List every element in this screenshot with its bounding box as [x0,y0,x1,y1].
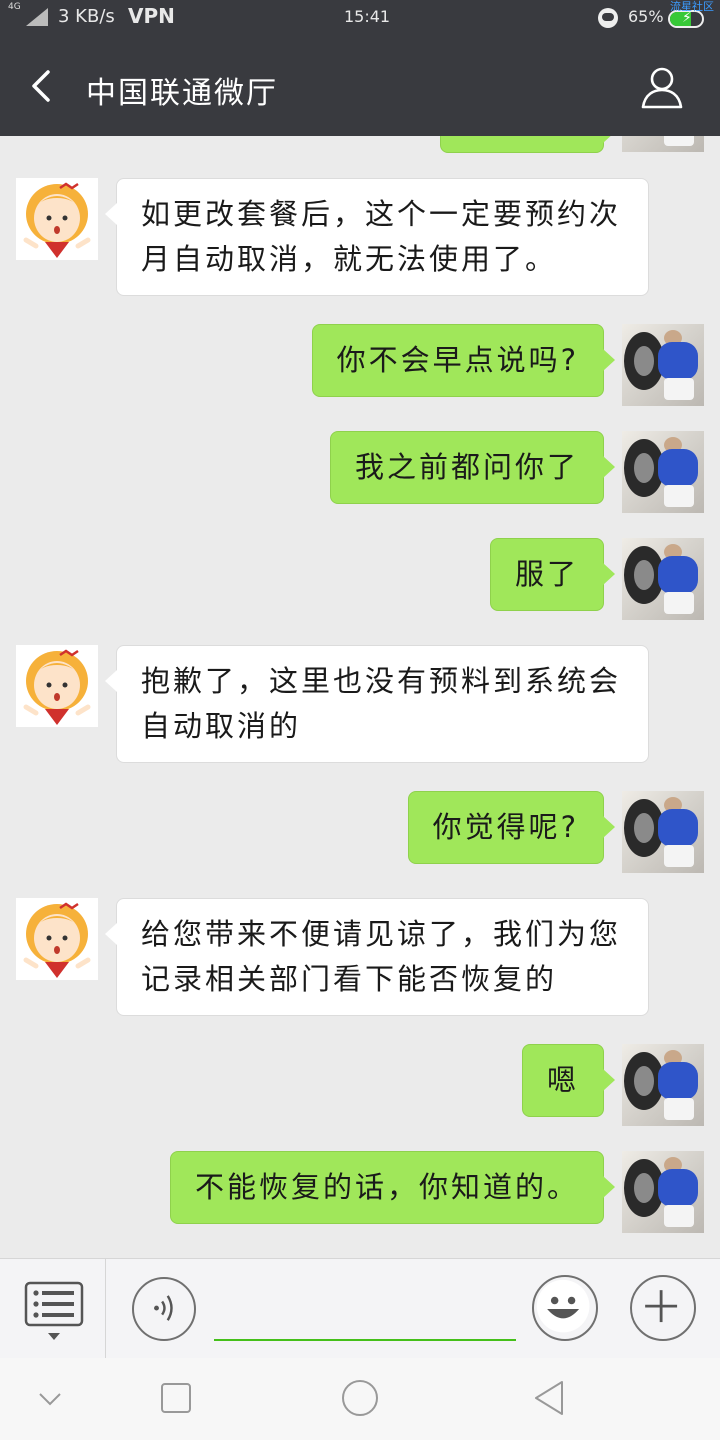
voice-button[interactable] [132,1277,196,1341]
menu-icon [24,1281,84,1340]
user-avatar [622,1151,704,1233]
navigation-bar [0,1358,720,1440]
user-icon [641,67,683,109]
agent-avatar [16,645,98,727]
plus-icon [645,1290,678,1323]
agent-avatar [16,178,98,260]
input-bar [0,1258,720,1359]
message-bubble[interactable]: 不能恢复的话，你知道的。 [169,1151,616,1224]
user-avatar [622,136,704,152]
message-bubble[interactable]: 给您带来不便请见谅了，我们为您记录相关部门看下能否恢复的 [105,898,649,1016]
back-triangle-icon [535,1381,563,1415]
user-avatar [622,538,704,620]
signal-type: 4G [8,2,21,12]
emoji-button[interactable] [532,1275,598,1341]
chevron-down-icon [39,1393,61,1406]
nav-back-button[interactable] [530,1378,570,1418]
watermark: 流星社区 [670,0,714,13]
home-button[interactable] [340,1378,380,1418]
chat-area[interactable]: 如更改套餐后，这个一定要预约次月自动取消，就无法使用了。 你不会早点说吗? 我之… [0,136,720,1258]
cartoon-girl-icon [23,649,91,725]
cartoon-girl-icon [23,182,91,258]
collapse-button[interactable] [30,1378,70,1418]
page-title: 中国联通微厅 [86,76,278,111]
vpn-indicator: VPN [128,4,175,28]
message-bubble[interactable]: 你觉得呢? [407,791,616,864]
chat-header: 中国联通微厅 [0,36,720,136]
emoji-icon [536,1279,590,1333]
message-bubble-partial [440,136,615,153]
power-saver-icon [598,8,618,28]
network-speed: 3 KB/s [58,6,115,27]
user-avatar [622,431,704,513]
cartoon-girl-icon [23,902,91,978]
user-avatar [622,324,704,406]
status-bar: 4G 3 KB/s VPN 15:41 65% ⚡ 流星社区 [0,0,720,36]
clock: 15:41 [344,7,391,26]
recent-apps-icon [161,1383,191,1413]
user-avatar [622,791,704,873]
more-button[interactable] [630,1275,696,1341]
voice-icon [154,1295,173,1321]
signal-icon [26,8,48,26]
message-bubble[interactable]: 抱歉了，这里也没有预料到系统会自动取消的 [105,645,649,763]
battery-percent: 65% [628,7,664,26]
chevron-left-icon [32,70,50,102]
message-bubble[interactable]: 如更改套餐后，这个一定要预约次月自动取消，就无法使用了。 [105,178,649,296]
agent-avatar [16,898,98,980]
message-input[interactable] [214,1279,516,1341]
profile-button[interactable] [640,66,684,110]
menu-toggle-button[interactable] [0,1259,106,1359]
message-bubble[interactable]: 嗯 [521,1044,616,1117]
message-bubble[interactable]: 服了 [489,538,616,611]
message-bubble[interactable]: 你不会早点说吗? [311,324,616,397]
back-button[interactable] [24,66,64,106]
home-icon [342,1380,378,1416]
user-avatar [622,1044,704,1126]
message-bubble[interactable]: 我之前都问你了 [329,431,616,504]
recent-apps-button[interactable] [156,1378,196,1418]
